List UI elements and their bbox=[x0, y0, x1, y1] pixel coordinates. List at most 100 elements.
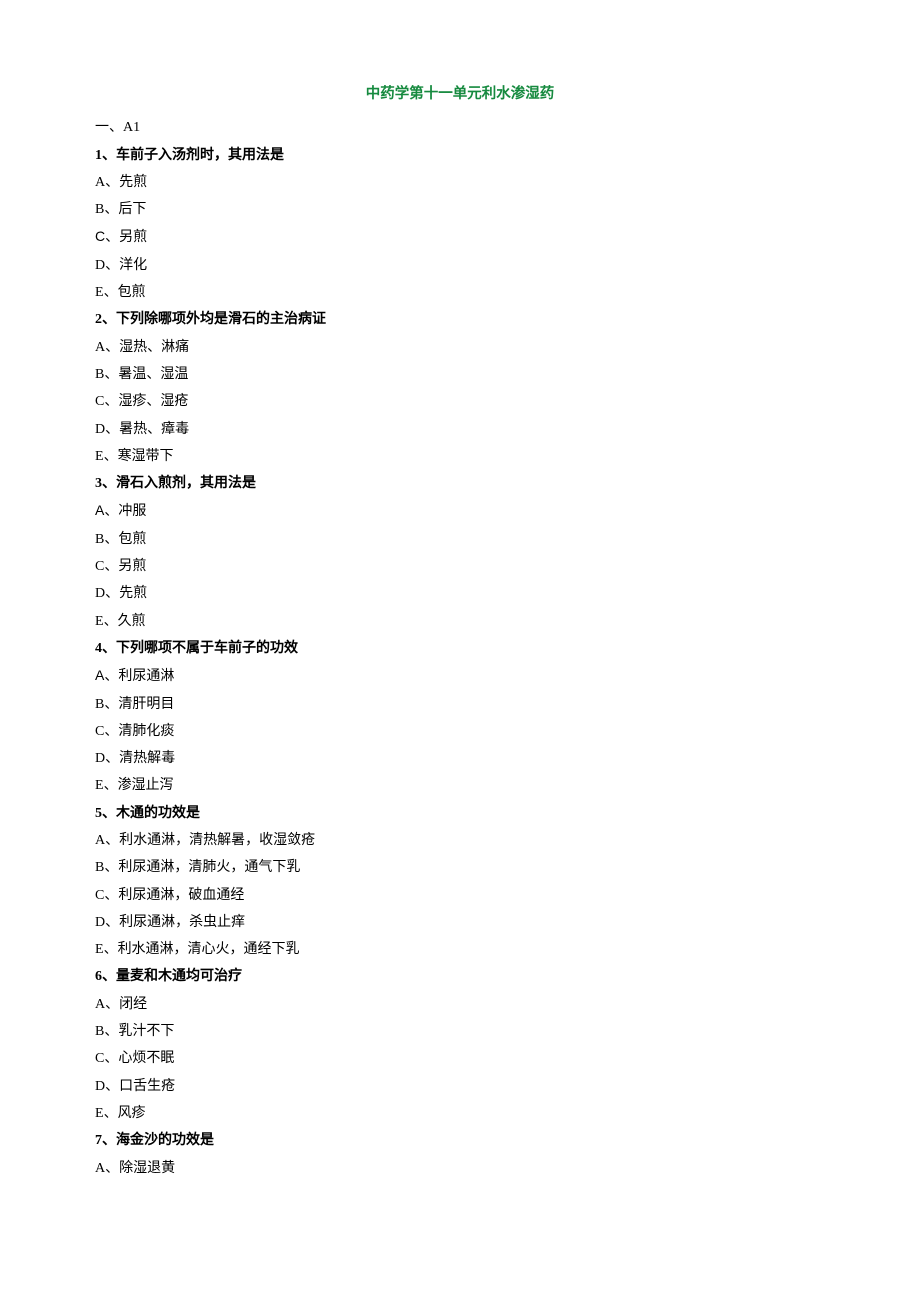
option-letter: E bbox=[95, 614, 104, 629]
question-option: C、清肺化痰 bbox=[95, 718, 825, 745]
option-letter: B bbox=[95, 860, 104, 875]
question-option: E、风疹 bbox=[95, 1100, 825, 1127]
option-text: 风疹 bbox=[118, 1106, 146, 1121]
option-separator: 、 bbox=[104, 614, 118, 629]
document-page: 中药学第十一单元利水渗湿药 一、A1 1、车前子入汤剂时，其用法是A、先煎B、后… bbox=[0, 0, 920, 1222]
question-option: E、渗湿止泻 bbox=[95, 772, 825, 799]
question-stem: 2、下列除哪项外均是滑石的主治病证 bbox=[95, 306, 825, 333]
option-separator: 、 bbox=[104, 860, 118, 875]
question-option: B、利尿通淋，清肺火，通气下乳 bbox=[95, 854, 825, 881]
section-heading: 一、A1 bbox=[95, 114, 825, 141]
option-text: 冲服 bbox=[118, 504, 146, 519]
option-separator: 、 bbox=[105, 751, 119, 766]
document-title: 中药学第十一单元利水渗湿药 bbox=[95, 80, 825, 108]
option-separator: 、 bbox=[104, 697, 118, 712]
option-letter: E bbox=[95, 449, 104, 464]
question-option: B、乳汁不下 bbox=[95, 1018, 825, 1045]
option-text: 先煎 bbox=[119, 175, 147, 190]
question-option: E、寒湿带下 bbox=[95, 443, 825, 470]
question-option: C、另煎 bbox=[95, 223, 825, 251]
option-separator: 、 bbox=[104, 504, 118, 519]
option-text: 利水通淋，清心火，通经下乳 bbox=[118, 942, 300, 957]
option-letter: C bbox=[95, 394, 104, 409]
option-letter: E bbox=[95, 285, 104, 300]
option-text: 寒湿带下 bbox=[118, 449, 174, 464]
option-separator: 、 bbox=[105, 1161, 119, 1176]
question-option: C、心烦不眠 bbox=[95, 1045, 825, 1072]
question-option: B、清肝明目 bbox=[95, 691, 825, 718]
option-text: 包煎 bbox=[118, 532, 146, 547]
question-option: C、利尿通淋，破血通经 bbox=[95, 882, 825, 909]
question-option: A、利尿通淋 bbox=[95, 662, 825, 690]
option-letter: D bbox=[95, 751, 105, 766]
option-letter: C bbox=[95, 888, 104, 903]
option-letter: C bbox=[95, 228, 105, 244]
question-option: E、久煎 bbox=[95, 608, 825, 635]
question-option: B、暑温、湿温 bbox=[95, 361, 825, 388]
question-option: A、湿热、淋痛 bbox=[95, 334, 825, 361]
option-text: 利尿通淋，破血通经 bbox=[118, 888, 244, 903]
option-text: 口舌生疮 bbox=[119, 1079, 175, 1094]
question-stem: 5、木通的功效是 bbox=[95, 800, 825, 827]
question-option: C、另煎 bbox=[95, 553, 825, 580]
question-option: D、暑热、瘴毒 bbox=[95, 416, 825, 443]
question-option: B、包煎 bbox=[95, 526, 825, 553]
option-text: 闭经 bbox=[119, 997, 147, 1012]
question-option: A、闭经 bbox=[95, 991, 825, 1018]
option-letter: A bbox=[95, 502, 104, 518]
option-letter: E bbox=[95, 1106, 104, 1121]
option-separator: 、 bbox=[105, 915, 119, 930]
option-separator: 、 bbox=[105, 258, 119, 273]
option-text: 另煎 bbox=[118, 559, 146, 574]
option-separator: 、 bbox=[104, 778, 118, 793]
option-letter: C bbox=[95, 724, 104, 739]
option-separator: 、 bbox=[105, 586, 119, 601]
option-separator: 、 bbox=[104, 669, 118, 684]
option-text: 清肝明目 bbox=[118, 697, 174, 712]
question-option: D、利尿通淋，杀虫止痒 bbox=[95, 909, 825, 936]
option-letter: A bbox=[95, 340, 105, 355]
option-letter: D bbox=[95, 586, 105, 601]
question-option: B、后下 bbox=[95, 196, 825, 223]
option-separator: 、 bbox=[104, 449, 118, 464]
option-letter: A bbox=[95, 833, 105, 848]
option-letter: E bbox=[95, 942, 104, 957]
option-text: 利尿通淋，杀虫止痒 bbox=[119, 915, 245, 930]
question-stem: 6、量麦和木通均可治疗 bbox=[95, 963, 825, 990]
question-option: A、冲服 bbox=[95, 497, 825, 525]
option-text: 湿疹、湿疮 bbox=[118, 394, 188, 409]
option-letter: D bbox=[95, 258, 105, 273]
option-letter: D bbox=[95, 1079, 105, 1094]
option-separator: 、 bbox=[105, 997, 119, 1012]
question-option: E、利水通淋，清心火，通经下乳 bbox=[95, 936, 825, 963]
option-text: 洋化 bbox=[119, 258, 147, 273]
option-letter: C bbox=[95, 559, 104, 574]
option-letter: C bbox=[95, 1051, 104, 1066]
option-text: 另煎 bbox=[119, 230, 147, 245]
option-separator: 、 bbox=[104, 1024, 118, 1039]
question-option: A、先煎 bbox=[95, 169, 825, 196]
option-separator: 、 bbox=[104, 724, 118, 739]
option-text: 暑温、湿温 bbox=[118, 367, 188, 382]
option-separator: 、 bbox=[105, 422, 119, 437]
option-letter: D bbox=[95, 422, 105, 437]
option-text: 心烦不眠 bbox=[118, 1051, 174, 1066]
option-separator: 、 bbox=[104, 285, 118, 300]
question-option: D、先煎 bbox=[95, 580, 825, 607]
option-text: 利尿通淋 bbox=[118, 669, 174, 684]
option-text: 先煎 bbox=[119, 586, 147, 601]
option-separator: 、 bbox=[104, 559, 118, 574]
option-separator: 、 bbox=[104, 394, 118, 409]
question-option: D、清热解毒 bbox=[95, 745, 825, 772]
option-text: 暑热、瘴毒 bbox=[119, 422, 189, 437]
option-separator: 、 bbox=[105, 340, 119, 355]
option-text: 除湿退黄 bbox=[119, 1161, 175, 1176]
question-option: E、包煎 bbox=[95, 279, 825, 306]
question-stem: 1、车前子入汤剂时，其用法是 bbox=[95, 142, 825, 169]
option-text: 清肺化痰 bbox=[118, 724, 174, 739]
option-letter: A bbox=[95, 997, 105, 1012]
option-letter: B bbox=[95, 202, 104, 217]
question-stem: 7、海金沙的功效是 bbox=[95, 1127, 825, 1154]
question-option: A、除湿退黄 bbox=[95, 1155, 825, 1182]
option-letter: B bbox=[95, 532, 104, 547]
